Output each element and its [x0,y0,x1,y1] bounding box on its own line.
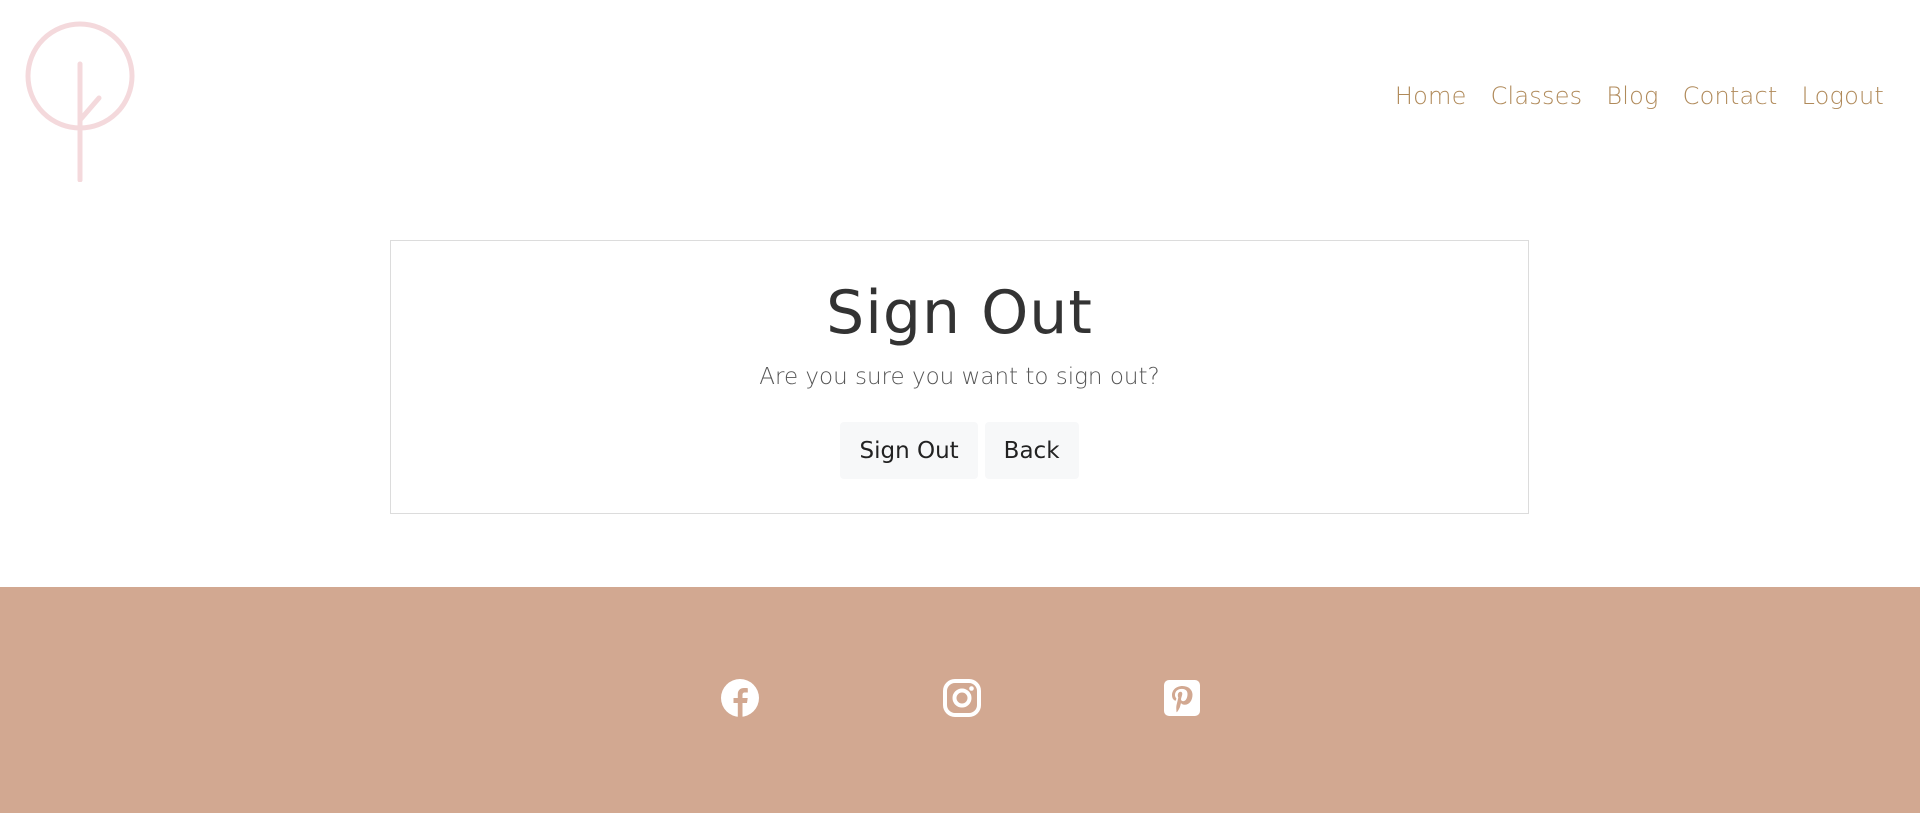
site-header: Home Classes Blog Contact Logout [0,0,1920,200]
nav-home-link[interactable]: Home [1395,82,1467,110]
nav-contact-link[interactable]: Contact [1683,82,1778,110]
nav-classes-link[interactable]: Classes [1491,82,1583,110]
tree-logo-icon[interactable] [24,20,136,182]
instagram-icon[interactable] [942,678,982,718]
confirm-message: Are you sure you want to sign out? [759,364,1160,390]
site-footer [0,587,1920,813]
back-button[interactable]: Back [984,422,1079,479]
nav-blog-link[interactable]: Blog [1606,82,1658,110]
main-nav: Home Classes Blog Contact Logout [1395,82,1884,110]
sign-out-button[interactable]: Sign Out [840,422,978,479]
nav-logout-link[interactable]: Logout [1801,82,1884,110]
button-group: Sign Out Back [391,422,1528,479]
facebook-icon[interactable] [720,678,760,718]
pinterest-icon[interactable] [1162,678,1202,718]
sign-out-card: Sign Out Are you sure you want to sign o… [390,240,1529,514]
page-title: Sign Out [826,278,1093,348]
